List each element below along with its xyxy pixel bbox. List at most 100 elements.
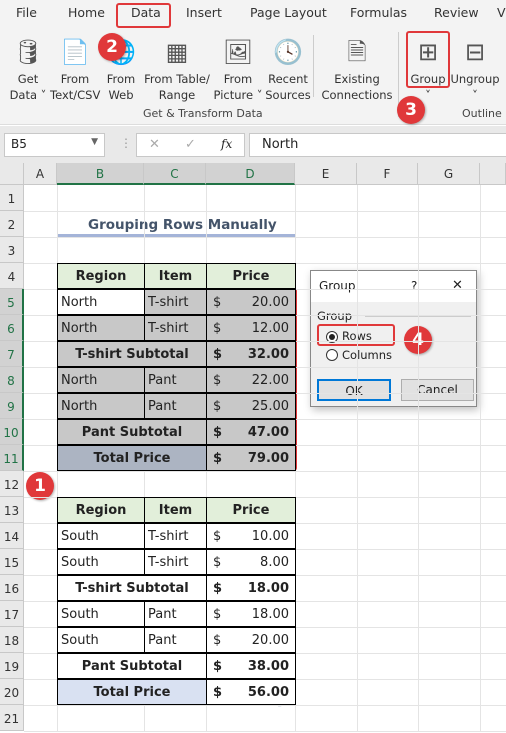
price-cell[interactable]: $8.00 <box>206 549 296 575</box>
price-cell[interactable]: $38.00 <box>206 653 296 679</box>
item-cell[interactable]: T-shirt <box>144 315 207 341</box>
row-header-17[interactable]: 17 <box>0 601 24 627</box>
price-cell[interactable]: $79.00 <box>206 445 296 471</box>
tab-home[interactable]: Home <box>68 5 105 20</box>
row-header-11[interactable]: 11 <box>0 445 24 471</box>
region-cell[interactable]: South <box>57 523 145 549</box>
formula-input[interactable]: North <box>249 133 506 157</box>
table-header-region[interactable]: Region <box>57 263 145 289</box>
region-cell[interactable]: South <box>57 549 145 575</box>
column-header-H[interactable] <box>480 163 506 185</box>
row-header-12[interactable]: 12 <box>0 471 24 497</box>
tab-v[interactable]: V <box>497 5 506 20</box>
columns-radio[interactable] <box>326 349 338 361</box>
row-header-13[interactable]: 13 <box>0 497 24 523</box>
item-cell[interactable]: Pant <box>144 627 207 653</box>
row-header-14[interactable]: 14 <box>0 523 24 549</box>
select-all-corner[interactable] <box>0 163 24 185</box>
chevron-down-icon[interactable]: ▼ <box>91 137 98 147</box>
price-value: 8.00 <box>260 555 289 570</box>
cancel-button[interactable]: Cancel <box>401 379 474 401</box>
enter-check-icon[interactable]: ✓ <box>185 137 196 152</box>
column-header-G[interactable]: G <box>418 163 480 185</box>
column-header-F[interactable]: F <box>357 163 418 185</box>
row-header-19[interactable]: 19 <box>0 653 24 679</box>
tab-page-layout[interactable]: Page Layout <box>250 5 327 20</box>
column-header-C[interactable]: C <box>144 163 206 185</box>
tab-file[interactable]: File <box>16 5 37 20</box>
price-cell[interactable]: $12.00 <box>206 315 296 341</box>
item-cell[interactable]: Pant <box>144 367 207 393</box>
cancel-icon[interactable]: ✕ <box>149 137 160 152</box>
row-header-1[interactable]: 1 <box>0 185 24 211</box>
row-header-18[interactable]: 18 <box>0 627 24 653</box>
get-button[interactable]: 🛢 Get Data ˅ <box>6 33 50 103</box>
region-cell[interactable]: North <box>57 393 145 419</box>
row-header-21[interactable]: 21 <box>0 705 24 731</box>
help-button[interactable]: ? <box>411 279 417 293</box>
subtotal-label-cell[interactable]: Pant Subtotal <box>57 419 207 445</box>
tab-insert[interactable]: Insert <box>186 5 222 20</box>
price-cell[interactable]: $22.00 <box>206 367 296 393</box>
table-header-item[interactable]: Item <box>144 263 207 289</box>
column-header-E[interactable]: E <box>295 163 357 185</box>
ok-button[interactable]: OK <box>317 379 391 401</box>
column-header-A[interactable]: A <box>24 163 57 185</box>
region-cell[interactable]: South <box>57 627 145 653</box>
price-cell[interactable]: $18.00 <box>206 575 296 601</box>
table-header-price[interactable]: Price <box>206 497 296 523</box>
price-cell[interactable]: $25.00 <box>206 393 296 419</box>
price-cell[interactable]: $32.00 <box>206 341 296 367</box>
region-cell[interactable]: North <box>57 315 145 341</box>
subtotal-label-cell[interactable]: T-shirt Subtotal <box>57 341 207 367</box>
fromtable-button[interactable]: ▦ From Table/Range <box>144 33 210 103</box>
row-header-10[interactable]: 10 <box>0 419 24 445</box>
row-header-3[interactable]: 3 <box>0 237 24 263</box>
row-header-2[interactable]: 2 <box>0 211 24 237</box>
price-cell[interactable]: $20.00 <box>206 289 296 315</box>
item-cell[interactable]: T-shirt <box>144 523 207 549</box>
table-header-item[interactable]: Item <box>144 497 207 523</box>
tab-review[interactable]: Review <box>434 5 479 20</box>
subtotal-label-cell[interactable]: Pant Subtotal <box>57 653 207 679</box>
price-cell[interactable]: $20.00 <box>206 627 296 653</box>
price-cell[interactable]: $56.00 <box>206 679 296 705</box>
table-header-price[interactable]: Price <box>206 263 296 289</box>
total-label-cell[interactable]: Total Price <box>57 445 207 471</box>
close-button[interactable]: ✕ <box>452 278 463 293</box>
row-header-16[interactable]: 16 <box>0 575 24 601</box>
from-button[interactable]: 🖼 From Picture ˅ <box>212 33 264 103</box>
price-cell[interactable]: $10.00 <box>206 523 296 549</box>
row-header-8[interactable]: 8 <box>0 367 24 393</box>
columns-label[interactable]: Columns <box>342 348 392 362</box>
item-cell[interactable]: T-shirt <box>144 289 207 315</box>
row-header-6[interactable]: 6 <box>0 315 24 341</box>
tab-formulas[interactable]: Formulas <box>350 5 407 20</box>
row-header-9[interactable]: 9 <box>0 393 24 419</box>
subtotal-label-cell[interactable]: T-shirt Subtotal <box>57 575 207 601</box>
from-button[interactable]: 📄 From Text/CSV <box>50 33 100 103</box>
row-header-4[interactable]: 4 <box>0 263 24 289</box>
region-cell[interactable]: North <box>57 289 145 315</box>
row-header-7[interactable]: 7 <box>0 341 24 367</box>
price-cell[interactable]: $47.00 <box>206 419 296 445</box>
recent-button[interactable]: 🕓 Recent Sources <box>265 33 311 103</box>
item-cell[interactable]: Pant <box>144 393 207 419</box>
total-label-cell[interactable]: Total Price <box>57 679 207 705</box>
item-cell[interactable]: Pant <box>144 601 207 627</box>
name-box[interactable]: B5 ▼ <box>4 133 105 157</box>
region-cell[interactable]: South <box>57 601 145 627</box>
column-header-B[interactable]: B <box>57 163 144 185</box>
region-cell[interactable]: North <box>57 367 145 393</box>
gridline <box>24 237 506 238</box>
row-header-15[interactable]: 15 <box>0 549 24 575</box>
item-cell[interactable]: T-shirt <box>144 549 207 575</box>
ungroup-button[interactable]: ⊟ Ungroup ˅ <box>450 33 500 103</box>
column-header-D[interactable]: D <box>206 163 295 185</box>
row-header-20[interactable]: 20 <box>0 679 24 705</box>
table-header-region[interactable]: Region <box>57 497 145 523</box>
price-cell[interactable]: $18.00 <box>206 601 296 627</box>
row-header-5[interactable]: 5 <box>0 289 24 315</box>
insert-function-icon[interactable]: fx <box>221 137 232 151</box>
existing-button[interactable]: 🗎 Existing Connections <box>318 33 396 103</box>
